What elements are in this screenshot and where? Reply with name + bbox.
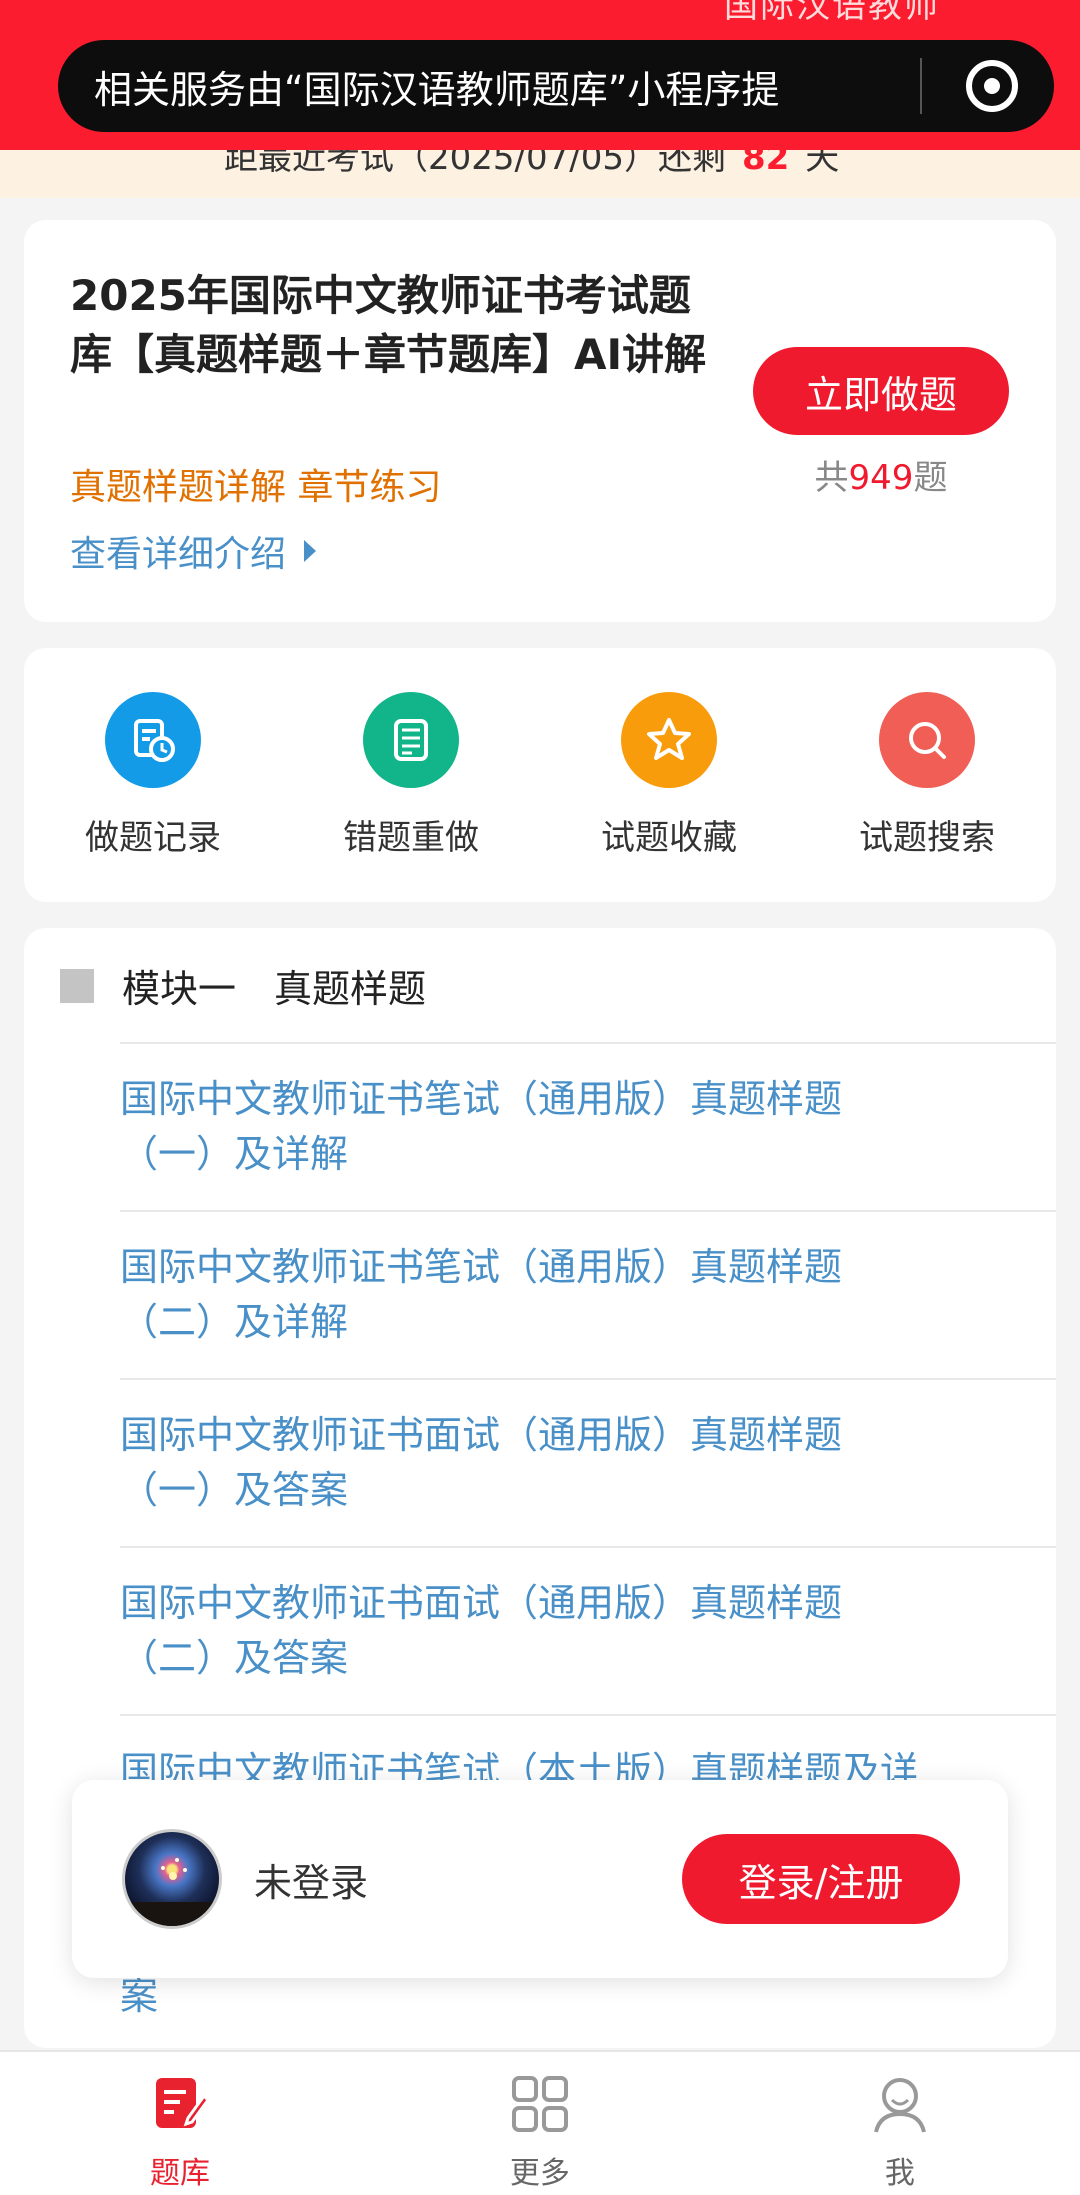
- action-wrong-redo[interactable]: 错题重做: [282, 648, 540, 902]
- list-item[interactable]: 国际中文教师证书面试（通用版）真题样题（二）及答案: [120, 1546, 1056, 1714]
- action-label: 做题记录: [85, 818, 221, 858]
- star-icon: [621, 692, 717, 788]
- module-list: 国际中文教师证书笔试（通用版）真题样题（一）及详解 国际中文教师证书笔试（通用版…: [120, 1042, 1056, 1882]
- total-count: 949: [848, 458, 914, 498]
- total-prefix: 共: [814, 458, 849, 498]
- service-divider: [920, 58, 922, 114]
- avatar: [122, 1829, 222, 1929]
- tab-question-bank[interactable]: 题库: [0, 2052, 360, 2195]
- action-label: 错题重做: [343, 818, 479, 858]
- question-total: 共949题: [753, 450, 1009, 499]
- login-status: 未登录: [254, 1860, 369, 1905]
- caret-right-icon: [304, 540, 317, 562]
- list-item[interactable]: 国际中文教师证书笔试（通用版）真题样题（二）及详解: [120, 1210, 1056, 1378]
- redo-icon: [363, 692, 459, 788]
- top-header: 国际汉语教师 相关服务由“国际汉语教师题库”小程序提: [0, 0, 1080, 150]
- list-item[interactable]: 国际中文教师证书笔试（通用版）真题样题（一）及详解: [120, 1042, 1056, 1210]
- bottom-tab-bar: 题库 更多 我: [0, 2050, 1080, 2195]
- total-suffix: 题: [913, 458, 948, 498]
- tab-me[interactable]: 我: [720, 2052, 1080, 2195]
- grid-icon: [508, 2072, 572, 2140]
- countdown-suffix: 天: [805, 150, 840, 178]
- list-item[interactable]: 国际中文教师证书面试（通用版）真题样题（一）及答案: [120, 1378, 1056, 1546]
- module-header: 模块一 真题样题: [60, 958, 426, 1013]
- module-marker: [60, 968, 94, 1003]
- detail-link-label: 查看详细介绍: [70, 534, 287, 575]
- action-search[interactable]: 试题搜索: [798, 648, 1056, 902]
- tab-label: 题库: [149, 2156, 210, 2191]
- exam-countdown: 距最近考试（2025/07/05）还剩 82 天: [0, 150, 1080, 198]
- tab-label: 更多: [509, 2156, 570, 2191]
- login-register-button[interactable]: 登录/注册: [682, 1834, 960, 1924]
- quick-actions: 做题记录 错题重做 试题收藏 试题搜索: [24, 648, 1056, 902]
- start-practice-button[interactable]: 立即做题: [753, 347, 1009, 435]
- question-bank-card[interactable]: 2025年国际中文教师证书考试题库【真题样题＋章节题库】AI讲解 真题样题详解 …: [24, 220, 1056, 622]
- action-practice-record[interactable]: 做题记录: [24, 648, 282, 902]
- action-label: 试题搜索: [859, 818, 995, 858]
- tab-label: 我: [884, 2156, 915, 2191]
- countdown-days: 82: [741, 150, 790, 178]
- header-cut-text: 国际汉语教师: [724, 0, 940, 26]
- target-icon[interactable]: [966, 60, 1018, 112]
- detail-link[interactable]: 查看详细介绍: [70, 525, 317, 577]
- action-favorites[interactable]: 试题收藏: [540, 648, 798, 902]
- module-title: 模块一 真题样题: [122, 967, 427, 1011]
- bank-title: 2025年国际中文教师证书考试题库【真题样题＋章节题库】AI讲解: [70, 271, 707, 379]
- login-panel: 未登录 登录/注册: [72, 1780, 1008, 1978]
- record-icon: [105, 692, 201, 788]
- bank-subtitle: 真题样题详解 章节练习: [70, 467, 442, 508]
- action-label: 试题收藏: [601, 818, 737, 858]
- service-provider-bar[interactable]: 相关服务由“国际汉语教师题库”小程序提: [58, 40, 1054, 132]
- tab-more[interactable]: 更多: [360, 2052, 720, 2195]
- user-icon: [868, 2072, 932, 2140]
- search-icon: [879, 692, 975, 788]
- question-bank-icon: [148, 2072, 212, 2140]
- service-provider-text: 相关服务由“国际汉语教师题库”小程序提: [94, 67, 780, 112]
- countdown-prefix: 距最近考试（2025/07/05）还剩: [224, 150, 726, 178]
